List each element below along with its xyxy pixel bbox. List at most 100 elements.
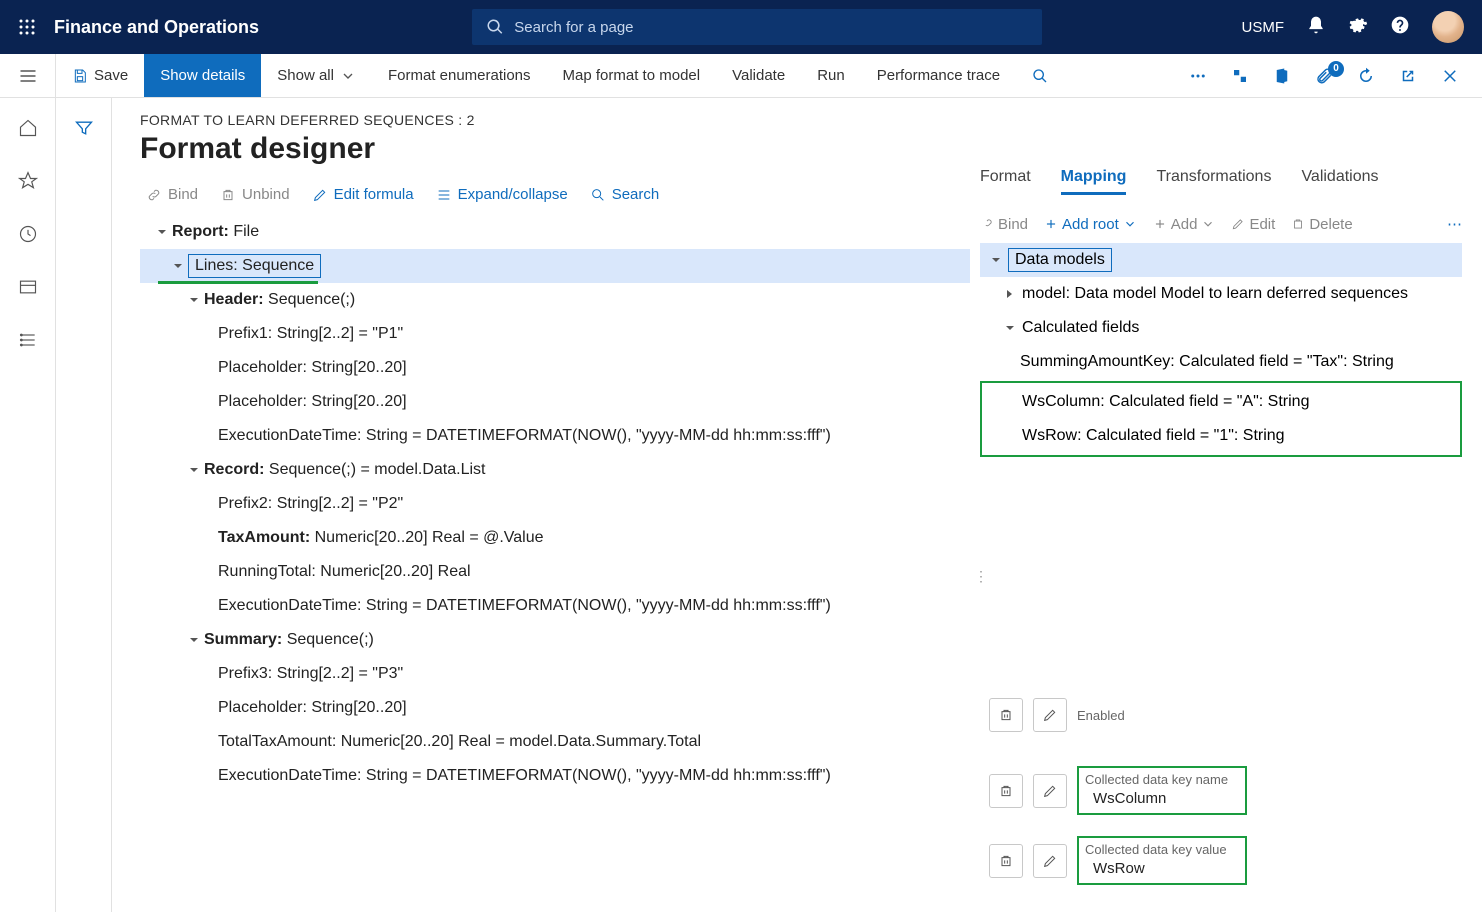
mapping-node-calculated-fields[interactable]: Calculated fields	[980, 311, 1462, 345]
save-label: Save	[94, 67, 128, 84]
bell-icon[interactable]	[1306, 15, 1326, 40]
office-icon[interactable]	[1270, 67, 1294, 85]
save-button[interactable]: Save	[56, 54, 144, 97]
delete-icon[interactable]	[989, 698, 1023, 732]
more-icon[interactable]: ⋯	[1447, 215, 1462, 233]
unbind-button[interactable]: Unbind	[220, 186, 290, 203]
edit-formula-button[interactable]: Edit formula	[312, 186, 414, 203]
performance-trace-button[interactable]: Performance trace	[861, 54, 1016, 97]
tree-node-summary[interactable]: Summary: Sequence(;)	[140, 623, 980, 657]
mapping-tree: Data models model: Data model Model to l…	[980, 243, 1462, 457]
field-label: Enabled	[1077, 708, 1464, 723]
show-details-button[interactable]: Show details	[144, 54, 261, 97]
avatar[interactable]	[1432, 11, 1464, 43]
help-icon[interactable]	[1390, 15, 1410, 40]
map-format-button[interactable]: Map format to model	[547, 54, 717, 97]
tab-format[interactable]: Format	[980, 168, 1031, 195]
field-label: Collected data key value	[1085, 842, 1239, 857]
search-input[interactable]	[514, 19, 1028, 36]
tree-node[interactable]: TaxAmount: Numeric[20..20] Real = @.Valu…	[140, 521, 980, 555]
toolbar-search-button[interactable]	[1016, 54, 1064, 97]
tree-node[interactable]: ExecutionDateTime: String = DATETIMEFORM…	[140, 759, 980, 793]
mapping-node[interactable]: SummingAmountKey: Calculated field = "Ta…	[980, 345, 1462, 379]
refresh-icon[interactable]	[1354, 67, 1378, 85]
validate-button[interactable]: Validate	[716, 54, 801, 97]
delete-button[interactable]: Delete	[1291, 216, 1352, 233]
field-value: WsColumn	[1085, 787, 1239, 807]
tree-node-lines[interactable]: Lines: Sequence	[140, 249, 970, 283]
format-toolbar: Bind Unbind Edit formula Expand/collapse…	[140, 186, 980, 203]
mapping-node-wscolumn[interactable]: WsColumn: Calculated field = "A": String	[982, 385, 1460, 419]
brand-title: Finance and Operations	[54, 17, 273, 38]
bind-button[interactable]: Bind	[146, 186, 198, 203]
hamburger-icon[interactable]	[0, 54, 56, 97]
mapping-node-data-models[interactable]: Data models	[980, 243, 1462, 277]
run-button[interactable]: Run	[801, 54, 861, 97]
mapping-node-model[interactable]: model: Data model Model to learn deferre…	[980, 277, 1462, 311]
mapping-toolbar: Bind Add root Add Edit Delete ⋯	[980, 215, 1462, 233]
page-title: Format designer	[140, 132, 980, 166]
tree-node[interactable]: Prefix1: String[2..2] = "P1"	[140, 317, 980, 351]
delete-icon[interactable]	[989, 774, 1023, 808]
tree-search-button[interactable]: Search	[590, 186, 660, 203]
gear-icon[interactable]	[1348, 15, 1368, 40]
tree-node[interactable]: Placeholder: String[20..20]	[140, 351, 980, 385]
format-pane: FORMAT TO LEARN DEFERRED SEQUENCES : 2 F…	[112, 98, 980, 912]
workspace-icon[interactable]	[18, 277, 38, 302]
star-icon[interactable]	[18, 171, 38, 196]
format-enumerations-button[interactable]: Format enumerations	[372, 54, 547, 97]
splitter-handle[interactable]: ⋮	[974, 568, 988, 585]
highlight-box: WsColumn: Calculated field = "A": String…	[980, 381, 1462, 457]
modules-icon[interactable]	[18, 330, 38, 355]
add-root-button[interactable]: Add root	[1044, 216, 1137, 233]
connector-icon[interactable]	[1228, 67, 1252, 85]
delete-icon[interactable]	[989, 844, 1023, 878]
tree-node[interactable]: RunningTotal: Numeric[20..20] Real	[140, 555, 980, 589]
filter-pane-toggle[interactable]	[56, 98, 112, 912]
mapping-node-wsrow[interactable]: WsRow: Calculated field = "1": String	[982, 419, 1460, 453]
edit-icon[interactable]	[1033, 844, 1067, 878]
field-label: Collected data key name	[1085, 772, 1239, 787]
more-icon[interactable]	[1186, 67, 1210, 85]
home-icon[interactable]	[18, 118, 38, 143]
search-box[interactable]	[472, 9, 1042, 45]
property-row-keyvalue: Collected data key value WsRow	[989, 836, 1464, 885]
tree-node[interactable]: ExecutionDateTime: String = DATETIMEFORM…	[140, 589, 980, 623]
tree-node[interactable]: Prefix2: String[2..2] = "P2"	[140, 487, 980, 521]
breadcrumb: FORMAT TO LEARN DEFERRED SEQUENCES : 2	[140, 112, 980, 128]
left-nav-rail	[0, 98, 56, 912]
property-row-enabled: Enabled	[989, 698, 1464, 732]
tab-mapping[interactable]: Mapping	[1061, 168, 1127, 195]
tree-node[interactable]: ExecutionDateTime: String = DATETIMEFORM…	[140, 419, 980, 453]
search-icon	[486, 18, 504, 36]
edit-icon[interactable]	[1033, 698, 1067, 732]
tree-node-record[interactable]: Record: Sequence(;) = model.Data.List	[140, 453, 980, 487]
tree-node[interactable]: Placeholder: String[20..20]	[140, 385, 980, 419]
expand-collapse-button[interactable]: Expand/collapse	[436, 186, 568, 203]
add-button[interactable]: Add	[1153, 216, 1216, 233]
chevron-down-icon	[340, 68, 356, 84]
tab-transformations[interactable]: Transformations	[1156, 168, 1271, 195]
edit-icon[interactable]	[1033, 774, 1067, 808]
close-icon[interactable]	[1438, 67, 1462, 85]
attachments-icon[interactable]: 0	[1312, 67, 1336, 85]
app-launcher-icon[interactable]	[0, 18, 54, 36]
show-all-button[interactable]: Show all	[261, 54, 372, 97]
tree-node[interactable]: Prefix3: String[2..2] = "P3"	[140, 657, 980, 691]
popout-icon[interactable]	[1396, 67, 1420, 85]
clock-icon[interactable]	[18, 224, 38, 249]
mapping-bind-button[interactable]: Bind	[980, 216, 1028, 233]
chevron-down-icon	[1123, 217, 1137, 231]
tree-node[interactable]: Placeholder: String[20..20]	[140, 691, 980, 725]
property-row-keyname: Collected data key name WsColumn	[989, 766, 1464, 815]
tree-node-report[interactable]: Report: File	[140, 215, 980, 249]
field-value: WsRow	[1085, 857, 1239, 877]
tab-validations[interactable]: Validations	[1301, 168, 1378, 195]
tree-node-header[interactable]: Header: Sequence(;)	[140, 283, 980, 317]
search-icon	[1032, 68, 1048, 84]
tree-node[interactable]: TotalTaxAmount: Numeric[20..20] Real = m…	[140, 725, 980, 759]
edit-button[interactable]: Edit	[1231, 216, 1275, 233]
entity-label[interactable]: USMF	[1242, 19, 1285, 36]
right-tabs: Format Mapping Transformations Validatio…	[980, 168, 1462, 195]
format-tree: Report: File Lines: Sequence Header: Seq…	[140, 215, 980, 793]
